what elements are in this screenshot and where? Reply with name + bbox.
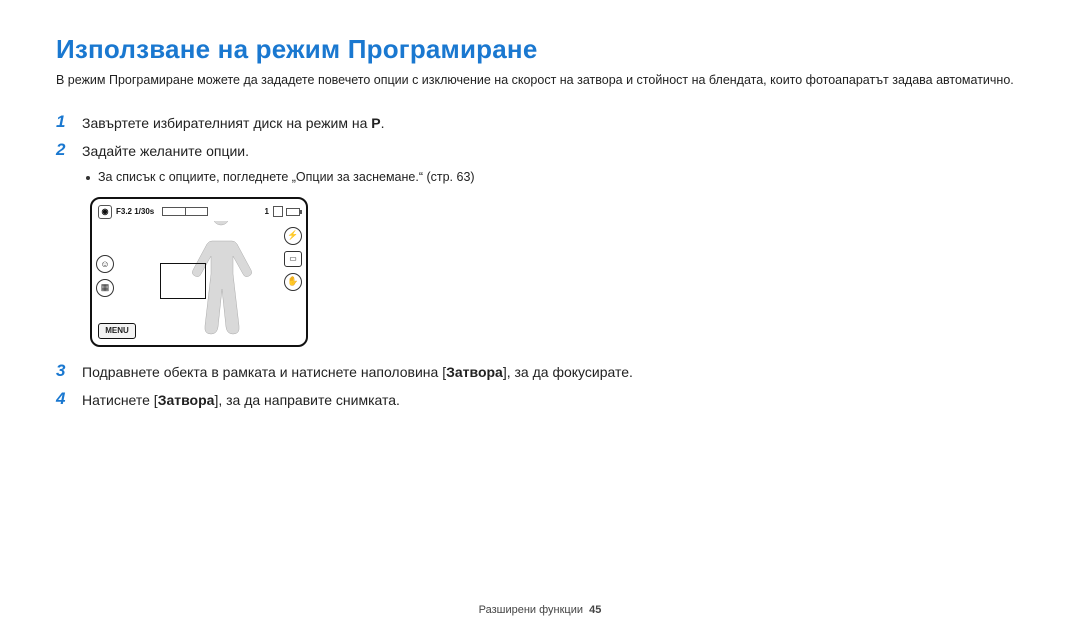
step-text: Задайте желаните опции. xyxy=(82,140,249,162)
step-1-text-a: Завъртете избирателният диск на режим на xyxy=(82,115,371,131)
camera-lcd: ◉ F3.2 1/30s 1 ⚡ ▭ ✋ ☺ ▦ xyxy=(90,197,308,347)
bullet-icon xyxy=(86,176,90,180)
lcd-illustration: ◉ F3.2 1/30s 1 ⚡ ▭ ✋ ☺ ▦ xyxy=(90,197,676,347)
exposure-readout: F3.2 1/30s xyxy=(116,207,154,216)
step-text: Подравнете обекта в рамката и натиснете … xyxy=(82,361,633,384)
step-number: 1 xyxy=(56,112,82,132)
sd-card-icon xyxy=(273,206,283,217)
step-number: 4 xyxy=(56,389,82,409)
lcd-left-icons: ☺ ▦ xyxy=(96,255,114,297)
step-text: Натиснете [Затвора], за да направите сни… xyxy=(82,389,400,412)
step-number: 3 xyxy=(56,361,82,381)
step-2-bullet: За списък с опциите, погледнете „Опции з… xyxy=(86,168,676,187)
footer-page-number: 45 xyxy=(589,604,601,616)
step-4-text-a: Натиснете [ xyxy=(82,392,158,408)
step-3-text-a: Подравнете обекта в рамката и натиснете … xyxy=(82,364,446,380)
metering-icon: ▦ xyxy=(96,279,114,297)
step-number: 2 xyxy=(56,140,82,160)
step-4-text-b: ], за да направите снимката. xyxy=(214,392,400,408)
mode-p-icon: P xyxy=(371,115,380,131)
focus-frame-icon xyxy=(160,263,206,299)
step-text: Завъртете избирателният диск на режим на… xyxy=(82,112,384,134)
page-title: Използване на режим Програмиране xyxy=(56,34,1024,65)
intro-paragraph: В режим Програмиране можете да зададете … xyxy=(56,71,1024,90)
face-detect-icon: ☺ xyxy=(96,255,114,273)
flash-icon: ⚡ xyxy=(284,227,302,245)
ev-scale-icon xyxy=(162,207,208,216)
step-2: 2 Задайте желаните опции. xyxy=(56,140,676,162)
shot-count: 1 xyxy=(265,207,269,216)
shutter-bold: Затвора xyxy=(446,364,503,380)
step-3-text-b: ], за да фокусирате. xyxy=(503,364,633,380)
step-1: 1 Завъртете избирателният диск на режим … xyxy=(56,112,676,134)
resolution-icon: ▭ xyxy=(284,251,302,267)
bullet-text: За списък с опциите, погледнете „Опции з… xyxy=(98,168,475,187)
step-1-text-b: . xyxy=(381,115,385,131)
footer-section: Разширени функции xyxy=(479,604,583,616)
lcd-right-icons: ⚡ ▭ ✋ xyxy=(284,227,302,291)
steps-list: 1 Завъртете избирателният диск на режим … xyxy=(56,112,676,412)
camera-mode-icon: ◉ xyxy=(98,205,112,219)
manual-page: Използване на режим Програмиране В режим… xyxy=(0,0,1080,630)
lcd-top-bar: ◉ F3.2 1/30s 1 xyxy=(98,203,300,221)
page-footer: Разширени функции 45 xyxy=(0,604,1080,616)
menu-button-icon: MENU xyxy=(98,323,136,339)
step-3: 3 Подравнете обекта в рамката и натиснет… xyxy=(56,361,676,384)
stabilizer-icon: ✋ xyxy=(284,273,302,291)
step-4: 4 Натиснете [Затвора], за да направите с… xyxy=(56,389,676,412)
battery-icon xyxy=(286,208,300,216)
shutter-bold: Затвора xyxy=(158,392,215,408)
